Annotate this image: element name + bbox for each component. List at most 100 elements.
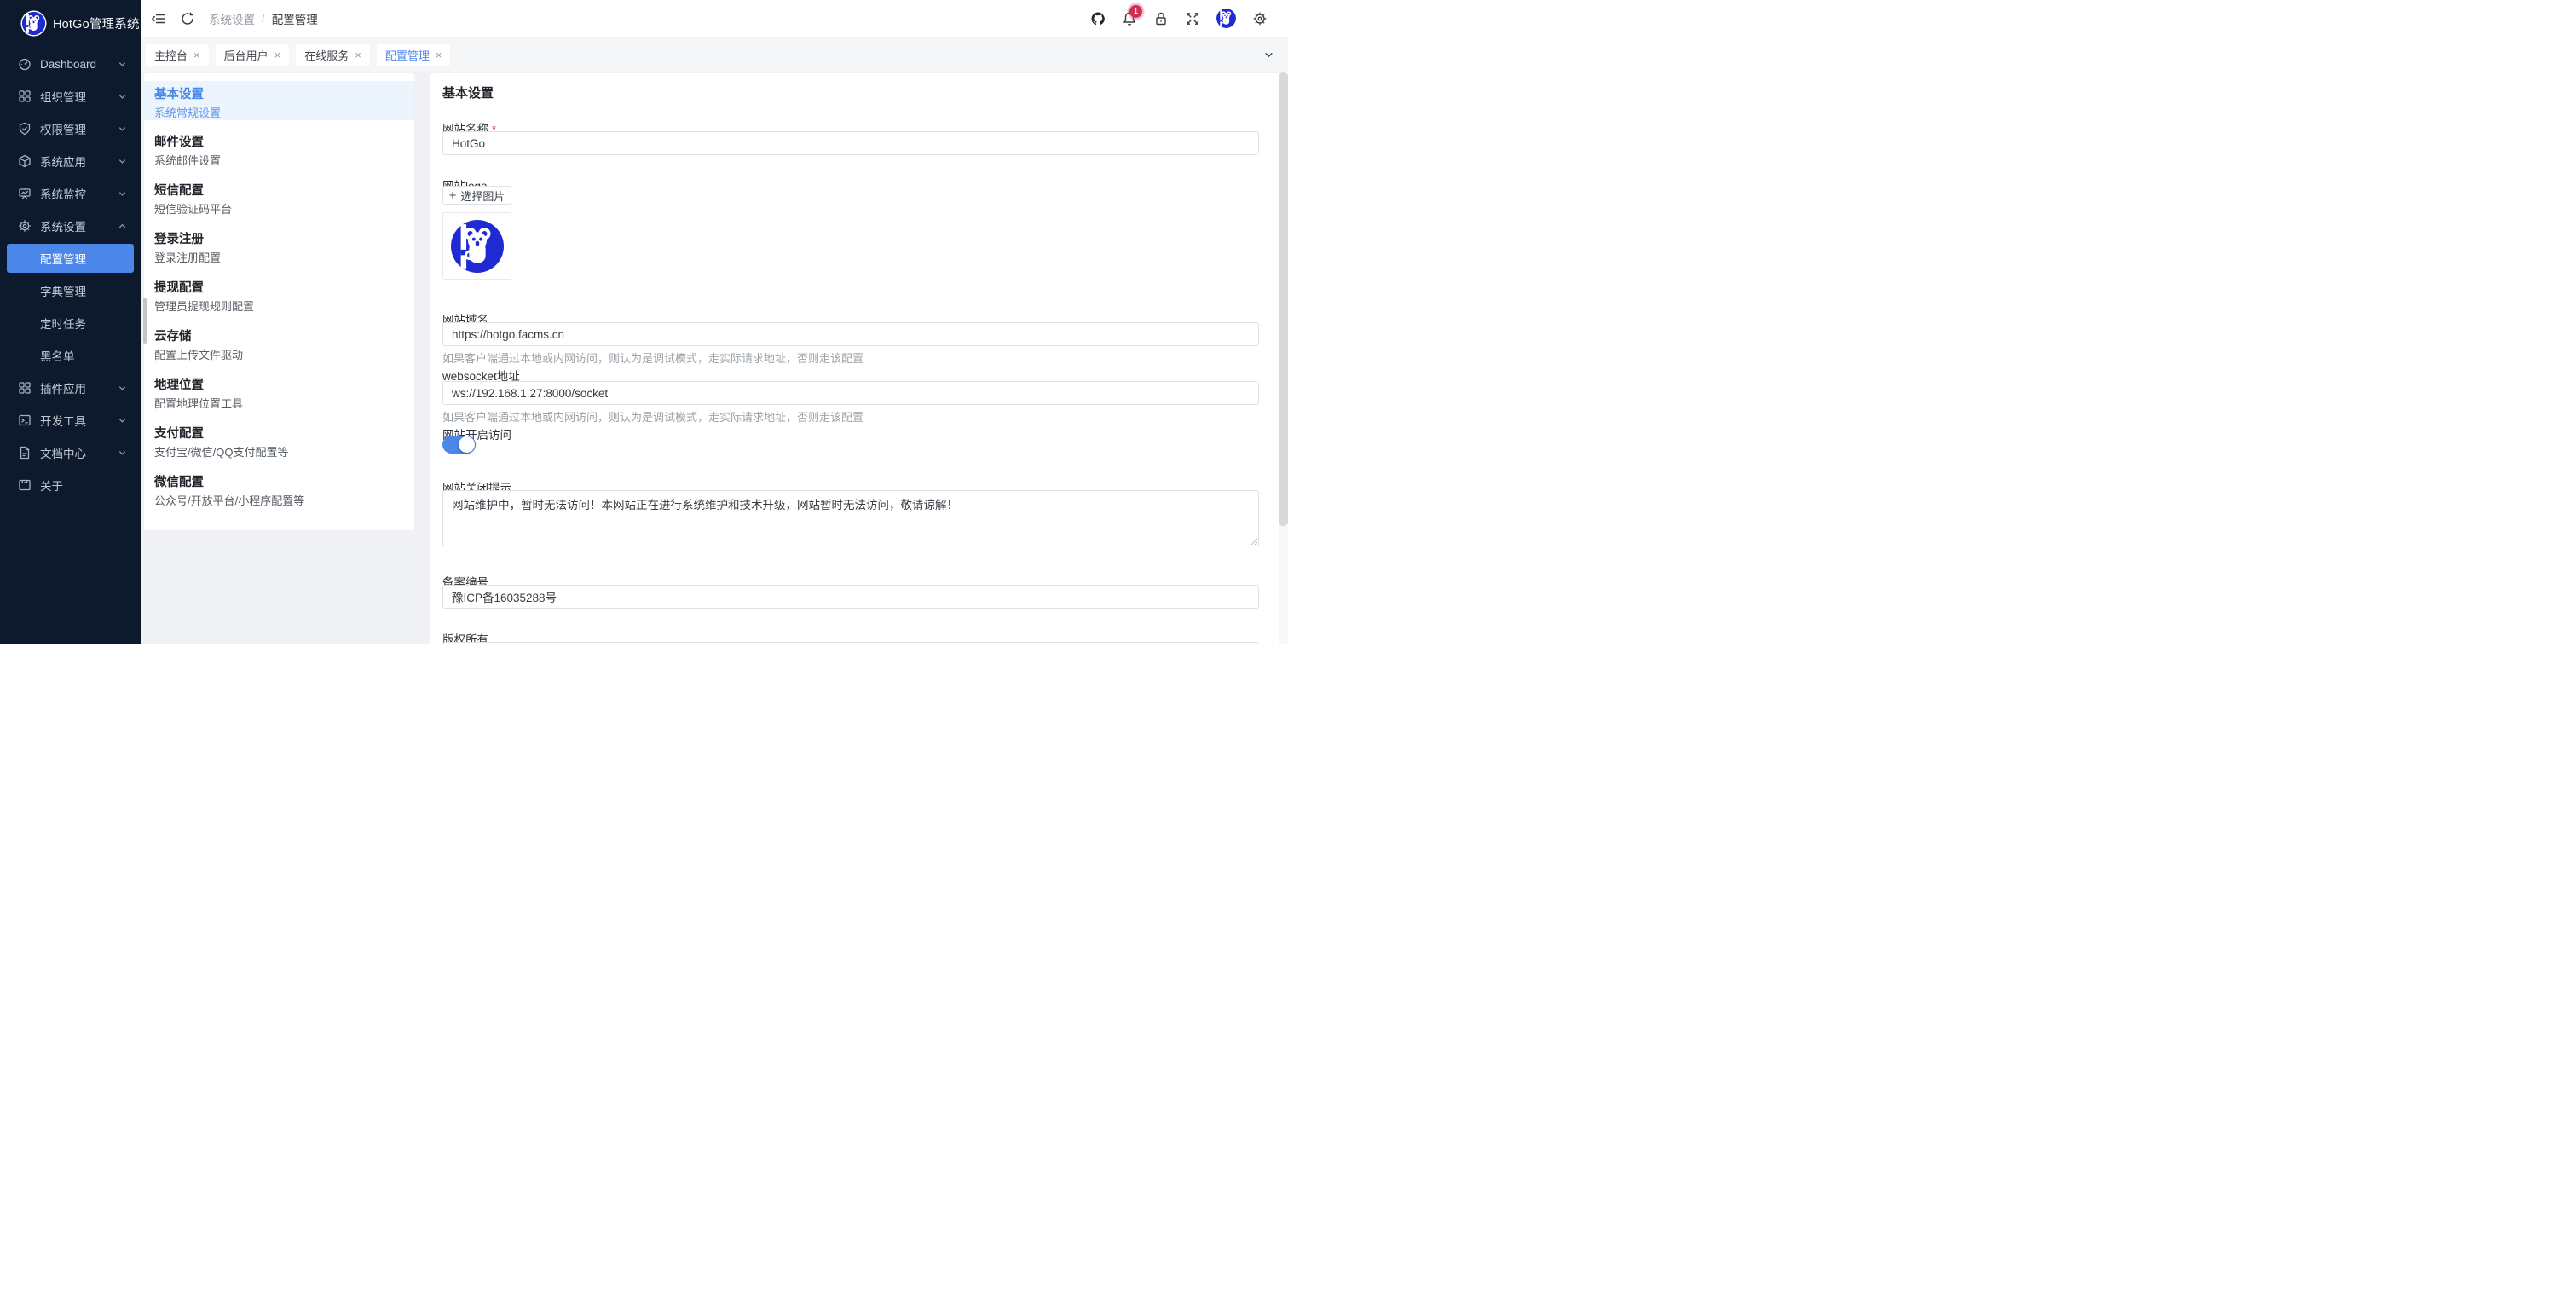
settings-nav-item-geo[interactable]: 地理位置 配置地理位置工具 bbox=[144, 363, 414, 412]
settings-nav-item-login[interactable]: 登录注册 登录注册配置 bbox=[144, 217, 414, 266]
hotgo-admin-page: { "app": { "title": "HotGo管理系统" }, "glyp… bbox=[0, 0, 1288, 644]
tab-config-management[interactable]: 配置管理 × bbox=[377, 44, 451, 66]
settings-nav-item-basic[interactable]: 基本设置 系统常规设置 bbox=[144, 81, 414, 120]
sidebar-item-permission[interactable]: 权限管理 bbox=[0, 113, 141, 145]
chevron-down-icon bbox=[118, 189, 127, 199]
content-scrollbar-thumb[interactable] bbox=[1279, 72, 1288, 526]
sidebar-item-system-app[interactable]: 系统应用 bbox=[0, 145, 141, 177]
lock-screen-button[interactable] bbox=[1153, 11, 1169, 26]
tab-content: 基本设置 系统常规设置 邮件设置 系统邮件设置 短信配置 短信验证码平台 登录注… bbox=[141, 72, 1288, 644]
settings-nav-item-sms[interactable]: 短信配置 短信验证码平台 bbox=[144, 169, 414, 217]
chevron-up-icon bbox=[118, 222, 127, 231]
sidebar-subitem-blacklist[interactable]: 黑名单 bbox=[0, 339, 141, 372]
settings-nav-item-withdraw[interactable]: 提现配置 管理员提现规则配置 bbox=[144, 266, 414, 315]
chevron-down-icon bbox=[118, 384, 127, 393]
lock-icon bbox=[1153, 11, 1169, 26]
fullscreen-button[interactable] bbox=[1185, 11, 1200, 26]
chevron-down-icon bbox=[118, 448, 127, 458]
close-icon[interactable]: × bbox=[355, 49, 361, 61]
sidebar-nav: Dashboard 组织管理 权限管理 系统应用 bbox=[0, 38, 141, 501]
tab-list-dropdown-button[interactable] bbox=[1263, 38, 1274, 72]
choose-image-button[interactable]: + 选择图片 bbox=[442, 186, 511, 205]
tab-online-service[interactable]: 在线服务 × bbox=[296, 44, 370, 66]
sidebar-item-system-settings[interactable]: 系统设置 bbox=[0, 210, 141, 242]
breadcrumb: 系统设置 / 配置管理 bbox=[209, 10, 318, 27]
grid-icon bbox=[18, 90, 32, 103]
github-icon bbox=[1090, 11, 1106, 26]
gear-icon bbox=[18, 219, 32, 233]
form-heading: 基本设置 bbox=[442, 84, 494, 101]
grid-icon bbox=[18, 381, 32, 395]
breadcrumb-section[interactable]: 系统设置 bbox=[209, 10, 255, 27]
fullscreen-icon bbox=[1185, 11, 1200, 26]
plus-icon: + bbox=[449, 189, 457, 202]
close-tip-textarea[interactable]: 网站维护中，暂时无法访问！本网站正在进行系统维护和技术升级，网站暂时无法访问，敬… bbox=[442, 490, 1259, 546]
site-logo-preview[interactable] bbox=[442, 212, 511, 280]
breadcrumb-page[interactable]: 配置管理 bbox=[272, 10, 318, 27]
notification-badge: 1 bbox=[1129, 5, 1142, 18]
about-frame-icon bbox=[18, 478, 32, 492]
chevron-down-icon bbox=[118, 157, 127, 166]
close-icon[interactable]: × bbox=[193, 49, 200, 61]
monitor-chart-icon bbox=[18, 187, 32, 200]
dashboard-icon bbox=[18, 57, 32, 71]
breadcrumb-separator: / bbox=[262, 12, 265, 25]
settings-nav-panel: 基本设置 系统常规设置 邮件设置 系统邮件设置 短信配置 短信验证码平台 登录注… bbox=[144, 73, 414, 530]
domain-help-text: 如果客户端通过本地或内网访问，则认为是调试模式，走实际请求地址，否则走该配置 bbox=[442, 350, 863, 366]
reload-icon[interactable] bbox=[180, 11, 195, 26]
sidebar-item-dashboard[interactable]: Dashboard bbox=[0, 48, 141, 80]
settings-nav-scrollbar-thumb[interactable] bbox=[143, 298, 147, 344]
chevron-down-icon bbox=[118, 416, 127, 425]
top-header: 系统设置 / 配置管理 1 bbox=[141, 0, 1288, 38]
app-title: HotGo管理系统 bbox=[53, 14, 140, 32]
websocket-input[interactable] bbox=[442, 381, 1259, 405]
site-name-input[interactable] bbox=[442, 131, 1259, 155]
basic-settings-form-panel: 基本设置 网站名称* 网站logo + 选择图片 网站域名 bbox=[430, 73, 1288, 644]
sidebar-item-plugins[interactable]: 插件应用 bbox=[0, 372, 141, 404]
sidebar-subitem-dict-management[interactable]: 字典管理 bbox=[0, 275, 141, 307]
chevron-down-icon bbox=[118, 92, 127, 101]
shield-check-icon bbox=[18, 122, 32, 136]
settings-nav-item-wechat[interactable]: 微信配置 公众号/开放平台/小程序配置等 bbox=[144, 460, 414, 509]
site-logo-koala-image bbox=[451, 220, 504, 273]
tab-backend-users[interactable]: 后台用户 × bbox=[216, 44, 290, 66]
sidebar-item-dev-tools[interactable]: 开发工具 bbox=[0, 404, 141, 436]
chevron-down-icon bbox=[118, 124, 127, 134]
settings-button[interactable] bbox=[1252, 11, 1268, 26]
sidebar-item-monitor[interactable]: 系统监控 bbox=[0, 177, 141, 210]
header-actions: 1 bbox=[1090, 9, 1288, 28]
sidebar-subitem-config-management[interactable]: 配置管理 bbox=[7, 244, 134, 273]
icp-input[interactable] bbox=[442, 585, 1259, 609]
toggle-knob bbox=[459, 436, 475, 453]
user-avatar[interactable] bbox=[1216, 9, 1236, 28]
menu-fold-icon[interactable] bbox=[151, 11, 166, 26]
github-button[interactable] bbox=[1090, 11, 1106, 26]
settings-nav-item-cloud-storage[interactable]: 云存储 配置上传文件驱动 bbox=[144, 315, 414, 363]
sidebar: HotGo管理系统 Dashboard 组织管理 权限管理 bbox=[0, 0, 141, 644]
sidebar-item-docs[interactable]: 文档中心 bbox=[0, 436, 141, 469]
site-open-toggle[interactable] bbox=[442, 436, 476, 454]
websocket-help-text: 如果客户端通过本地或内网访问，则认为是调试模式，走实际请求地址，否则走该配置 bbox=[442, 408, 863, 425]
sidebar-item-about[interactable]: 关于 bbox=[0, 469, 141, 501]
close-icon[interactable]: × bbox=[274, 49, 281, 61]
cube-icon bbox=[18, 154, 32, 168]
chevron-down-icon bbox=[1263, 49, 1274, 61]
content-scrollbar-track[interactable] bbox=[1279, 72, 1288, 644]
sidebar-item-org[interactable]: 组织管理 bbox=[0, 80, 141, 113]
tab-strip: 主控台 × 后台用户 × 在线服务 × 配置管理 × bbox=[141, 38, 1288, 72]
document-icon bbox=[18, 446, 32, 460]
gear-icon bbox=[1252, 11, 1268, 26]
settings-nav-item-email[interactable]: 邮件设置 系统邮件设置 bbox=[144, 120, 414, 169]
domain-input[interactable] bbox=[442, 322, 1259, 346]
sidebar-subitem-scheduled-tasks[interactable]: 定时任务 bbox=[0, 307, 141, 339]
close-icon[interactable]: × bbox=[436, 49, 442, 61]
chevron-down-icon bbox=[118, 60, 127, 69]
app-logo-row[interactable]: HotGo管理系统 bbox=[0, 0, 141, 38]
app-logo-icon bbox=[22, 12, 45, 35]
settings-nav-item-payment[interactable]: 支付配置 支付宝/微信/QQ支付配置等 bbox=[144, 412, 414, 460]
copyright-input[interactable] bbox=[442, 642, 1259, 644]
terminal-icon bbox=[18, 413, 32, 427]
tab-dashboard[interactable]: 主控台 × bbox=[146, 44, 209, 66]
avatar-koala-icon bbox=[1216, 9, 1236, 28]
notifications-button[interactable]: 1 bbox=[1122, 11, 1137, 26]
